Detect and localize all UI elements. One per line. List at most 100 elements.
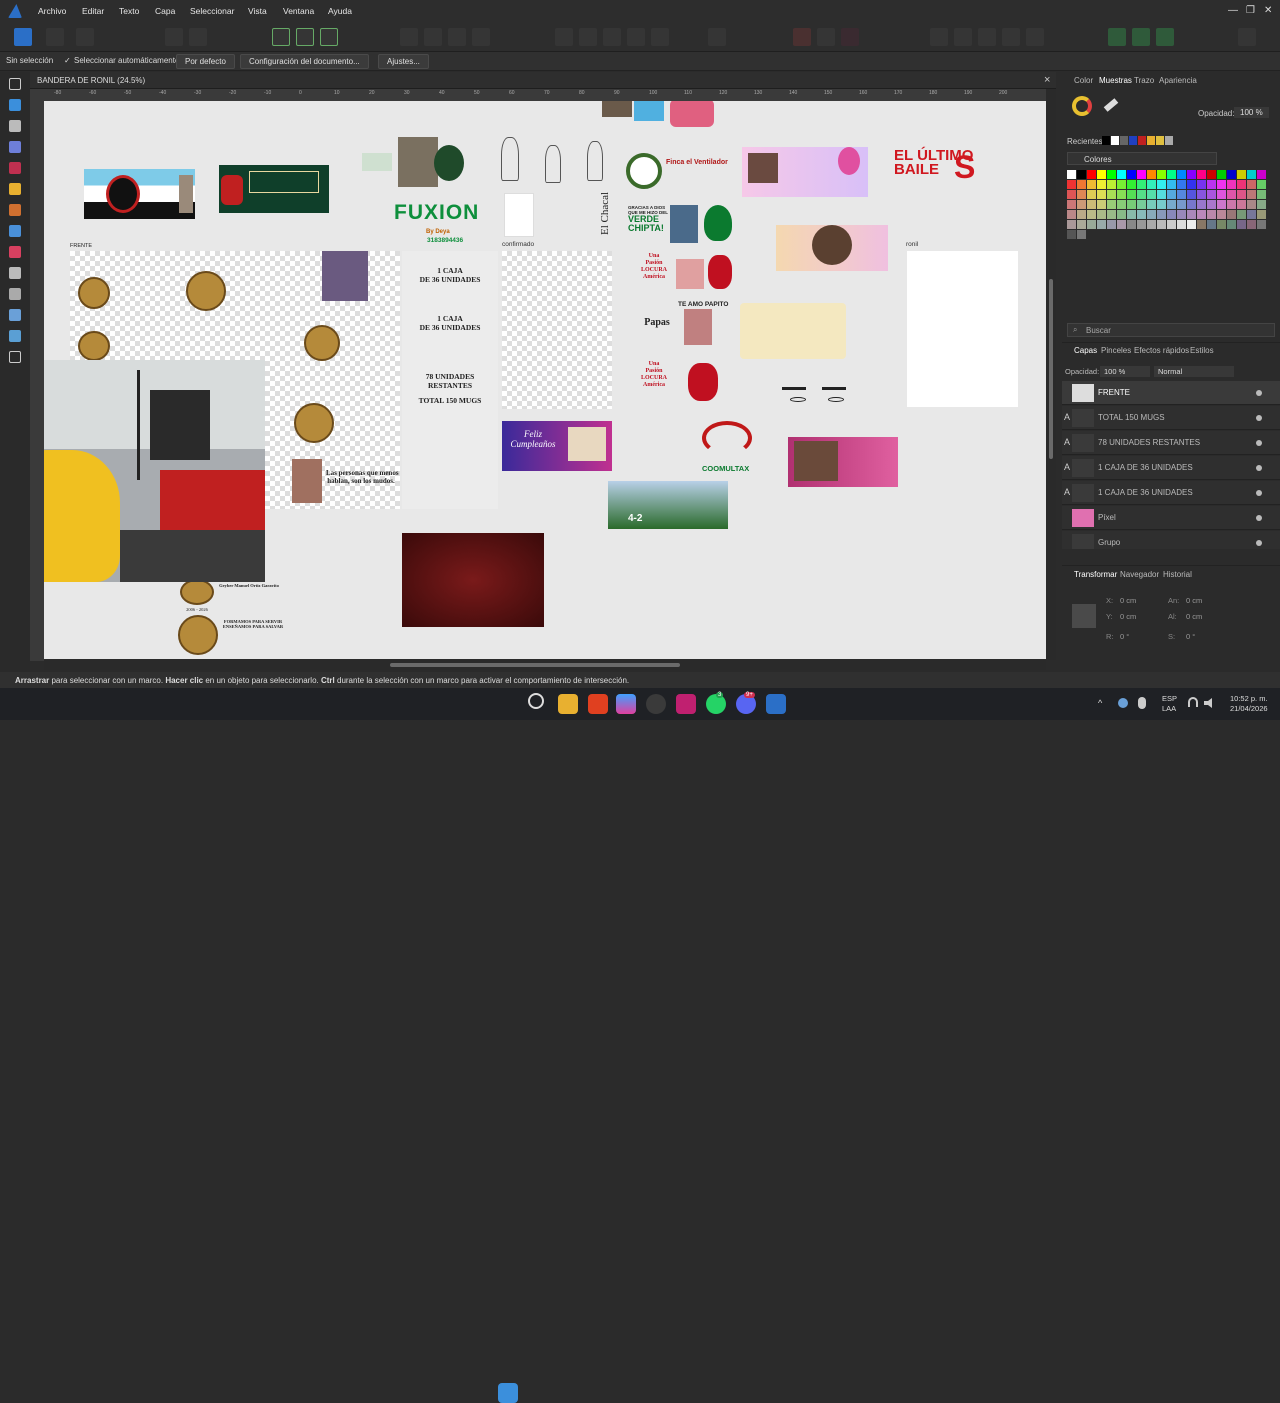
arrange-back-icon[interactable] [400,28,418,46]
color-swatch[interactable] [1187,190,1196,199]
color-swatch[interactable] [1067,200,1076,209]
color-swatch[interactable] [1207,200,1216,209]
couple-banner-image[interactable] [788,437,898,487]
color-swatch[interactable] [1067,220,1076,229]
tab-color[interactable]: Color [1074,76,1093,85]
color-swatch[interactable] [1207,170,1216,179]
menu-vista[interactable]: Vista [248,6,267,16]
flip-icon[interactable] [708,28,726,46]
boolean-add-icon[interactable] [930,28,948,46]
color-swatch[interactable] [1157,210,1166,219]
layer-visibility-icon[interactable] [1256,415,1262,421]
language-code[interactable]: ESP [1162,694,1177,703]
color-swatch[interactable] [1177,170,1186,179]
color-swatch[interactable] [1187,220,1196,229]
minimize-icon[interactable]: — [1228,5,1238,16]
color-swatch[interactable] [1257,180,1266,189]
align-left-icon[interactable] [555,28,573,46]
color-swatch[interactable] [1147,210,1156,219]
color-swatch[interactable] [1077,170,1086,179]
search-input[interactable]: ⌕ Buscar [1067,323,1275,337]
recent-swatches[interactable] [1102,136,1173,146]
color-swatch[interactable] [1197,190,1206,199]
color-swatch[interactable] [1117,200,1126,209]
color-swatch[interactable] [1167,210,1176,219]
boolean-divide-icon[interactable] [1026,28,1044,46]
color-swatch[interactable] [1097,220,1106,229]
boolean-intersect-icon[interactable] [978,28,996,46]
face-sketch-image[interactable] [778,385,858,425]
finca-ventilador-image[interactable]: Finca el Ventilador [626,151,730,195]
horizontal-scrollbar[interactable] [44,660,1046,670]
birthday-invite-image[interactable] [742,147,868,197]
color-swatch[interactable] [1107,210,1116,219]
opacity-value[interactable]: 100 % [1234,107,1269,118]
color-swatch[interactable] [1197,180,1206,189]
color-swatch[interactable] [1117,170,1126,179]
color-swatch[interactable] [1177,210,1186,219]
color-swatch[interactable] [1067,190,1076,199]
document-icon[interactable] [165,28,183,46]
color-swatch[interactable] [1247,200,1256,209]
color-swatch[interactable] [1217,200,1226,209]
color-swatch[interactable] [1157,220,1166,229]
tab-trazo[interactable]: Trazo [1134,76,1154,85]
color-swatch[interactable] [1227,200,1236,209]
document-setup-button[interactable]: Configuración del documento... [240,54,369,69]
color-swatch[interactable] [1187,200,1196,209]
canvas[interactable]: FUXION By Deya 3183894436 confirmado El … [44,101,1046,659]
color-swatch[interactable] [1167,170,1176,179]
color-swatch[interactable] [1147,136,1155,145]
color-swatch[interactable] [1117,180,1126,189]
color-swatch[interactable] [1197,170,1206,179]
color-wheel-icon[interactable] [1156,28,1174,46]
color-swatch[interactable] [1157,180,1166,189]
tab-estilos[interactable]: Estilos [1190,346,1214,355]
language-region[interactable]: LAA [1162,704,1176,713]
menu-seleccionar[interactable]: Seleccionar [190,6,234,16]
color-swatch[interactable] [1067,230,1076,239]
color-swatch[interactable] [1087,220,1096,229]
christmas-greeting-image[interactable] [219,165,329,213]
adjustments-button[interactable]: Ajustes... [378,54,429,69]
color-swatch[interactable] [1137,170,1146,179]
fuxion-logo-text[interactable]: FUXION [394,201,479,225]
eyedropper-tool-icon[interactable] [9,267,21,279]
color-swatch[interactable] [1147,170,1156,179]
color-swatch[interactable] [1167,190,1176,199]
ceremony-invite-block[interactable]: Geyber Manuel Ortiz Garavito 2006 - 2026… [174,575,284,659]
color-swatch[interactable] [1187,180,1196,189]
color-swatch[interactable] [1217,190,1226,199]
tab-historial[interactable]: Historial [1163,570,1192,579]
brave-icon[interactable] [588,694,608,714]
cartoon-sketch-image[interactable] [497,137,607,185]
layer-visibility-icon[interactable] [1256,390,1262,396]
align-right-icon[interactable] [603,28,621,46]
papito-photo-image[interactable] [684,309,712,345]
feliz-cumpleanos-image[interactable]: Feliz Cumpleaños [502,421,612,471]
color-swatch[interactable] [1117,220,1126,229]
color-swatch[interactable] [1137,180,1146,189]
color-swatch[interactable] [1177,180,1186,189]
artboard-tool-icon[interactable] [9,99,21,111]
layer-visibility-icon[interactable] [1256,440,1262,446]
y-field[interactable]: 0 cm [1120,612,1136,621]
start-icon[interactable] [498,1383,518,1403]
assistant-icon[interactable] [1108,28,1126,46]
corner-tool-icon[interactable] [9,141,21,153]
color-swatch[interactable] [1127,180,1136,189]
auto-select-checkbox[interactable]: ✓ [64,56,71,65]
america-pasion-image[interactable]: Una Pasión LOCURA América [634,251,734,303]
color-swatch[interactable] [1111,136,1119,145]
color-swatch[interactable] [1237,210,1246,219]
birthday-party-image-top[interactable] [600,101,720,129]
color-swatch[interactable] [1067,170,1076,179]
close-document-icon[interactable]: × [1044,74,1050,86]
search-taskbar-icon[interactable] [528,693,544,709]
color-swatch[interactable] [1197,210,1206,219]
layer-row[interactable]: A 1 CAJA DE 36 UNIDADES [1062,456,1280,480]
color-swatch[interactable] [1207,180,1216,189]
color-swatch[interactable] [1227,180,1236,189]
transparency-tool-icon[interactable] [9,246,21,258]
mask-icon[interactable] [841,28,859,46]
